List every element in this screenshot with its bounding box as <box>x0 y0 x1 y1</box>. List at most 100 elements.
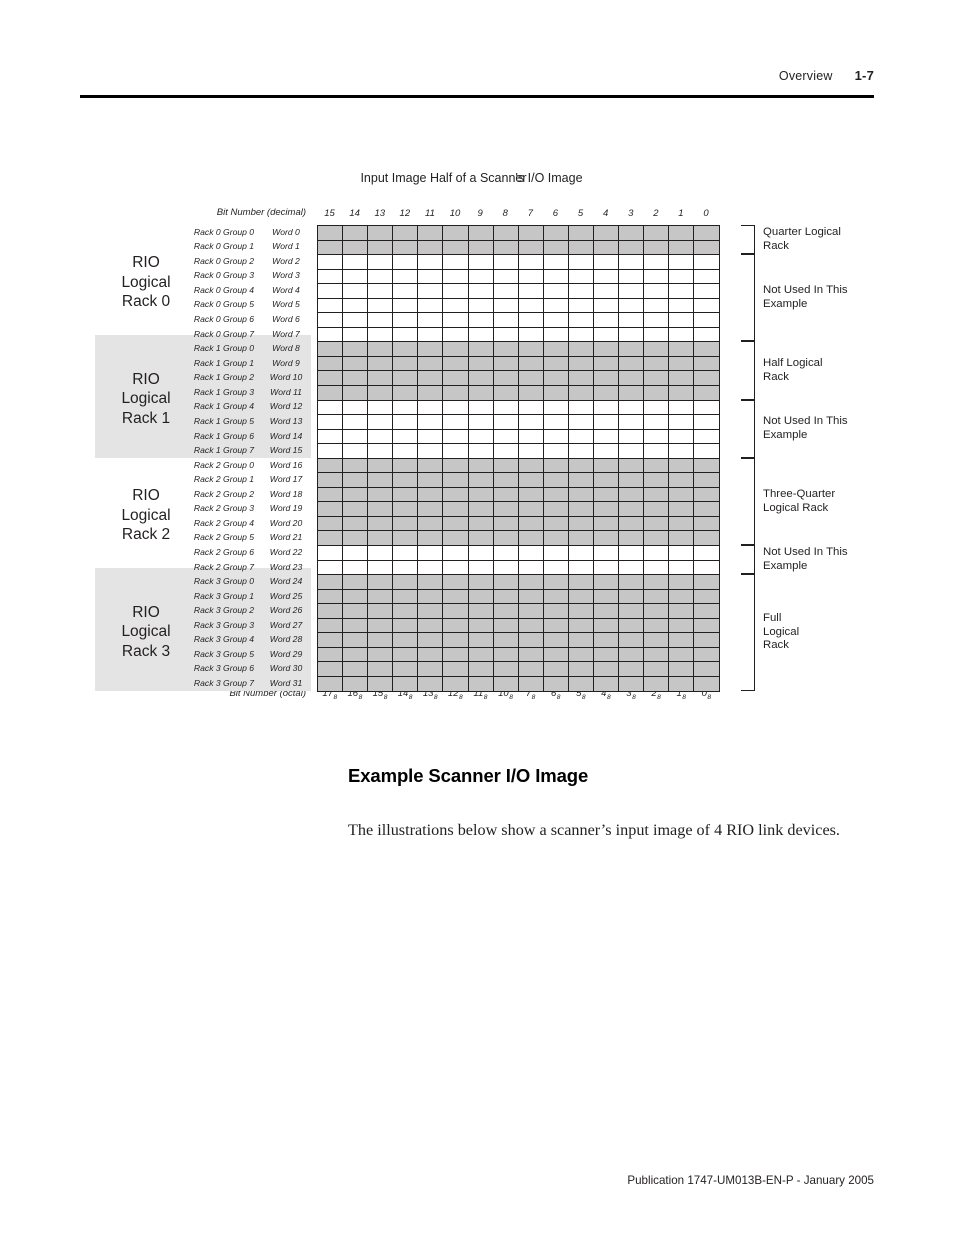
grid-cell-used[interactable] <box>619 458 645 474</box>
grid-cell-unused[interactable] <box>644 444 670 459</box>
grid-cell-used[interactable] <box>418 342 444 357</box>
grid-cell-used[interactable] <box>619 342 645 357</box>
grid-cell-used[interactable] <box>318 502 344 517</box>
grid-cell-unused[interactable] <box>443 429 469 445</box>
grid-cell-unused[interactable] <box>418 444 444 459</box>
grid-cell-used[interactable] <box>468 487 494 503</box>
grid-cell-used[interactable] <box>318 618 344 634</box>
grid-cell-used[interactable] <box>318 676 344 692</box>
grid-cell-used[interactable] <box>468 647 494 663</box>
grid-cell-used[interactable] <box>393 371 419 387</box>
grid-cell-used[interactable] <box>343 604 369 619</box>
grid-cell-used[interactable] <box>493 502 519 517</box>
grid-cell-unused[interactable] <box>443 327 469 343</box>
grid-cell-used[interactable] <box>644 473 670 488</box>
grid-cell-used[interactable] <box>343 371 369 387</box>
grid-cell-used[interactable] <box>443 356 469 372</box>
grid-cell-used[interactable] <box>619 386 645 401</box>
grid-cell-used[interactable] <box>619 589 645 605</box>
grid-cell-used[interactable] <box>368 575 394 590</box>
grid-cell-used[interactable] <box>568 676 595 692</box>
grid-cell-used[interactable] <box>543 386 569 401</box>
grid-cell-used[interactable] <box>443 487 469 503</box>
grid-cell-used[interactable] <box>493 647 519 663</box>
grid-cell-used[interactable] <box>343 386 369 401</box>
grid-cell-used[interactable] <box>468 516 494 532</box>
grid-cell-unused[interactable] <box>418 269 444 285</box>
grid-cell-used[interactable] <box>594 473 620 488</box>
grid-cell-used[interactable] <box>418 226 444 241</box>
grid-cell-used[interactable] <box>368 226 394 241</box>
grid-cell-unused[interactable] <box>619 400 645 416</box>
grid-cell-used[interactable] <box>493 458 519 474</box>
grid-cell-unused[interactable] <box>443 415 469 430</box>
grid-cell-unused[interactable] <box>343 327 369 343</box>
grid-cell-used[interactable] <box>343 458 369 474</box>
grid-cell-unused[interactable] <box>443 546 469 561</box>
grid-cell-unused[interactable] <box>368 284 394 299</box>
grid-cell-used[interactable] <box>619 356 645 372</box>
grid-cell-used[interactable] <box>518 676 544 692</box>
grid-cell-unused[interactable] <box>594 444 620 459</box>
grid-cell-used[interactable] <box>468 386 494 401</box>
grid-cell-used[interactable] <box>694 371 720 387</box>
grid-cell-used[interactable] <box>318 226 344 241</box>
grid-cell-unused[interactable] <box>418 400 444 416</box>
grid-cell-unused[interactable] <box>568 415 595 430</box>
grid-cell-unused[interactable] <box>694 429 720 445</box>
grid-cell-used[interactable] <box>669 575 695 590</box>
grid-cell-used[interactable] <box>493 531 519 547</box>
grid-cell-used[interactable] <box>368 371 394 387</box>
grid-cell-used[interactable] <box>418 487 444 503</box>
grid-cell-unused[interactable] <box>343 415 369 430</box>
grid-cell-used[interactable] <box>493 633 519 648</box>
grid-cell-unused[interactable] <box>343 444 369 459</box>
grid-cell-used[interactable] <box>669 342 695 357</box>
grid-cell-unused[interactable] <box>493 284 519 299</box>
grid-cell-used[interactable] <box>669 633 695 648</box>
grid-cell-unused[interactable] <box>318 327 344 343</box>
grid-cell-used[interactable] <box>468 356 494 372</box>
grid-cell-used[interactable] <box>368 502 394 517</box>
grid-cell-unused[interactable] <box>368 415 394 430</box>
grid-cell-used[interactable] <box>694 240 720 256</box>
grid-cell-unused[interactable] <box>393 546 419 561</box>
grid-cell-unused[interactable] <box>493 546 519 561</box>
grid-cell-used[interactable] <box>318 240 344 256</box>
grid-cell-used[interactable] <box>694 604 720 619</box>
grid-cell-unused[interactable] <box>568 444 595 459</box>
grid-cell-used[interactable] <box>368 386 394 401</box>
grid-cell-unused[interactable] <box>318 313 344 328</box>
grid-cell-used[interactable] <box>368 633 394 648</box>
grid-cell-used[interactable] <box>694 487 720 503</box>
grid-cell-used[interactable] <box>368 531 394 547</box>
grid-cell-unused[interactable] <box>343 429 369 445</box>
grid-cell-used[interactable] <box>568 240 595 256</box>
grid-cell-unused[interactable] <box>418 298 444 314</box>
grid-cell-used[interactable] <box>568 487 595 503</box>
grid-cell-used[interactable] <box>443 604 469 619</box>
grid-cell-used[interactable] <box>543 531 569 547</box>
grid-cell-used[interactable] <box>418 473 444 488</box>
grid-cell-used[interactable] <box>318 371 344 387</box>
grid-cell-unused[interactable] <box>619 327 645 343</box>
grid-cell-used[interactable] <box>418 516 444 532</box>
grid-cell-used[interactable] <box>443 371 469 387</box>
grid-cell-unused[interactable] <box>468 400 494 416</box>
grid-cell-used[interactable] <box>543 473 569 488</box>
grid-cell-used[interactable] <box>493 604 519 619</box>
grid-cell-unused[interactable] <box>594 327 620 343</box>
grid-cell-used[interactable] <box>594 531 620 547</box>
grid-cell-unused[interactable] <box>568 313 595 328</box>
grid-cell-unused[interactable] <box>468 560 494 576</box>
grid-cell-unused[interactable] <box>594 298 620 314</box>
grid-cell-unused[interactable] <box>694 255 720 270</box>
grid-cell-used[interactable] <box>594 516 620 532</box>
grid-cell-unused[interactable] <box>568 327 595 343</box>
grid-cell-unused[interactable] <box>418 284 444 299</box>
grid-cell-unused[interactable] <box>393 400 419 416</box>
grid-cell-used[interactable] <box>393 356 419 372</box>
grid-cell-used[interactable] <box>594 502 620 517</box>
grid-cell-used[interactable] <box>343 342 369 357</box>
grid-cell-unused[interactable] <box>318 560 344 576</box>
